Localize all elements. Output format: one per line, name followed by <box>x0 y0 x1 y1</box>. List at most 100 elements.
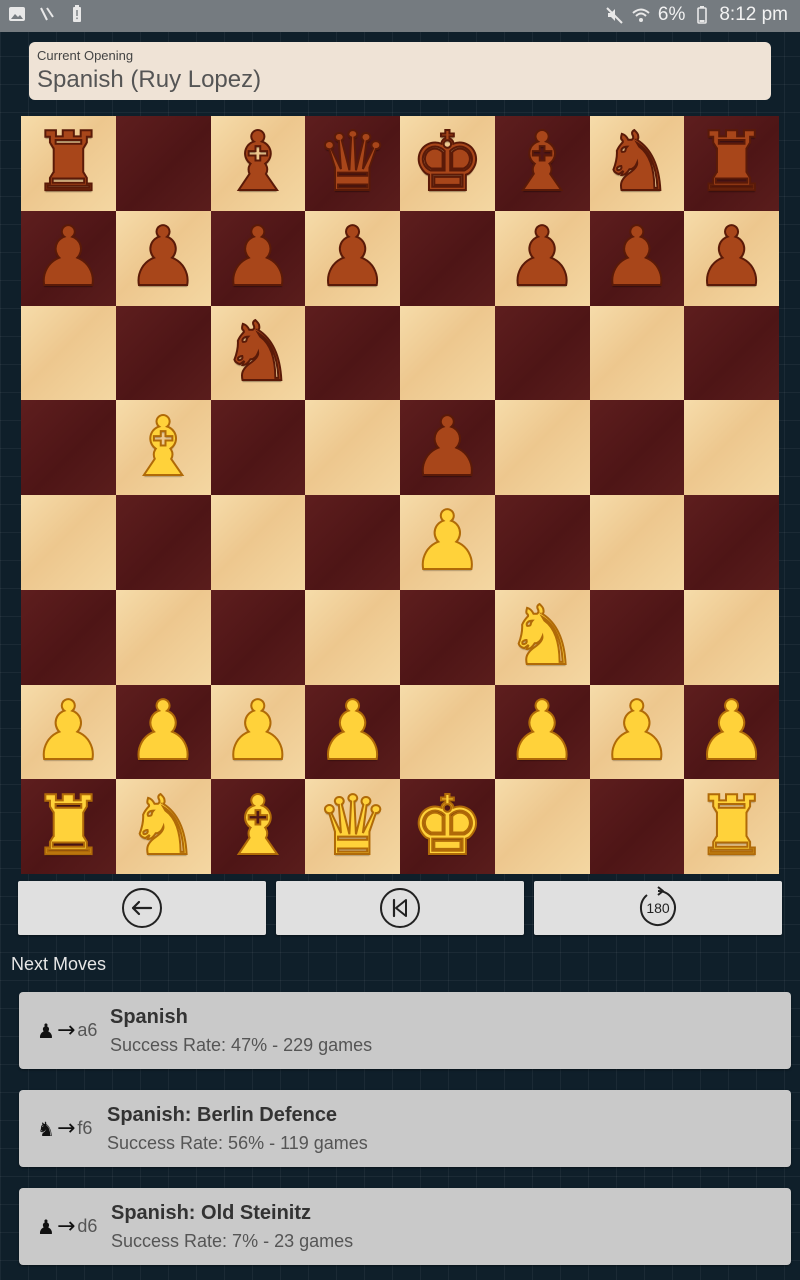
square-f6[interactable] <box>494 305 590 401</box>
square-a8[interactable]: ♜ <box>21 116 116 211</box>
square-d2[interactable]: ♟ <box>305 684 400 780</box>
white-rook-piece[interactable]: ♜ <box>694 784 770 868</box>
square-a4[interactable] <box>21 495 116 590</box>
square-c5[interactable] <box>210 400 306 495</box>
black-pawn-piece[interactable]: ♟ <box>315 216 391 300</box>
black-pawn-piece[interactable]: ♟ <box>31 216 107 300</box>
square-d4[interactable] <box>305 495 400 590</box>
white-bishop-piece[interactable]: ♝ <box>220 784 296 868</box>
square-h4[interactable] <box>684 495 779 590</box>
black-pawn-piece[interactable]: ♟ <box>410 405 486 489</box>
black-bishop-piece[interactable]: ♝ <box>504 121 580 205</box>
black-pawn-piece[interactable]: ♟ <box>504 216 580 300</box>
square-a2[interactable]: ♟ <box>21 684 116 780</box>
square-c2[interactable]: ♟ <box>210 684 306 780</box>
square-b3[interactable] <box>115 589 211 685</box>
square-b6[interactable] <box>115 305 211 401</box>
square-e6[interactable] <box>400 305 495 401</box>
square-d8[interactable]: ♛ <box>305 116 400 211</box>
square-a7[interactable]: ♟ <box>21 210 116 306</box>
square-h2[interactable]: ♟ <box>684 684 779 780</box>
square-f5[interactable] <box>494 400 590 495</box>
black-rook-piece[interactable]: ♜ <box>694 121 770 205</box>
black-knight-piece[interactable]: ♞ <box>220 310 296 394</box>
square-b4[interactable] <box>115 495 211 590</box>
black-king-piece[interactable]: ♚ <box>410 121 486 205</box>
square-e1[interactable]: ♚ <box>400 779 495 874</box>
square-g5[interactable] <box>589 400 685 495</box>
white-pawn-piece[interactable]: ♟ <box>599 689 675 773</box>
square-c8[interactable]: ♝ <box>210 116 306 211</box>
square-b2[interactable]: ♟ <box>115 684 211 780</box>
square-f4[interactable] <box>494 495 590 590</box>
square-e8[interactable]: ♚ <box>400 116 495 211</box>
square-f2[interactable]: ♟ <box>494 684 590 780</box>
white-pawn-piece[interactable]: ♟ <box>220 689 296 773</box>
black-knight-piece[interactable]: ♞ <box>599 121 675 205</box>
square-c3[interactable] <box>210 589 306 685</box>
white-king-piece[interactable]: ♚ <box>410 784 486 868</box>
white-rook-piece[interactable]: ♜ <box>31 784 107 868</box>
square-g8[interactable]: ♞ <box>589 116 685 211</box>
square-g6[interactable] <box>589 305 685 401</box>
square-h5[interactable] <box>684 400 779 495</box>
square-f1[interactable] <box>494 779 590 874</box>
white-bishop-piece[interactable]: ♝ <box>125 405 201 489</box>
square-g3[interactable] <box>589 589 685 685</box>
square-h3[interactable] <box>684 589 779 685</box>
black-pawn-piece[interactable]: ♟ <box>220 216 296 300</box>
white-pawn-piece[interactable]: ♟ <box>31 689 107 773</box>
square-b8[interactable] <box>115 116 211 211</box>
square-f3[interactable]: ♞ <box>494 589 590 685</box>
square-e2[interactable] <box>400 684 495 780</box>
square-g1[interactable] <box>589 779 685 874</box>
square-a1[interactable]: ♜ <box>21 779 116 874</box>
black-queen-piece[interactable]: ♛ <box>315 121 391 205</box>
black-pawn-piece[interactable]: ♟ <box>599 216 675 300</box>
square-c4[interactable] <box>210 495 306 590</box>
square-b5[interactable]: ♝ <box>115 400 211 495</box>
square-h7[interactable]: ♟ <box>684 210 779 306</box>
go-to-start-button[interactable] <box>276 881 524 935</box>
white-pawn-piece[interactable]: ♟ <box>125 689 201 773</box>
black-pawn-piece[interactable]: ♟ <box>125 216 201 300</box>
square-c7[interactable]: ♟ <box>210 210 306 306</box>
chess-board[interactable]: ♜ ♝ ♛ ♚ ♝ ♞ ♜ ♟ ♟ ♟ ♟ ♟ ♟ ♟ ♞ ♝ ♟ ♟ ♞ ♟ ♟ ♟ ♟ ♟ ♟ ♟ ♜ ♞ ♝ ♛ ♚ ♜ <box>21 116 779 874</box>
next-move-item[interactable]: ♟ → a6 Spanish Success Rate: 47% - 229 g… <box>19 992 791 1069</box>
black-pawn-piece[interactable]: ♟ <box>694 216 770 300</box>
square-b7[interactable]: ♟ <box>115 210 211 306</box>
square-d5[interactable] <box>305 400 400 495</box>
white-pawn-piece[interactable]: ♟ <box>504 689 580 773</box>
next-move-item[interactable]: ♞ → f6 Spanish: Berlin Defence Success R… <box>19 1090 791 1167</box>
next-move-item[interactable]: ♟ → d6 Spanish: Old Steinitz Success Rat… <box>19 1188 791 1265</box>
square-a6[interactable] <box>21 305 116 401</box>
black-bishop-piece[interactable]: ♝ <box>220 121 296 205</box>
white-pawn-piece[interactable]: ♟ <box>694 689 770 773</box>
white-knight-piece[interactable]: ♞ <box>125 784 201 868</box>
white-knight-piece[interactable]: ♞ <box>504 595 580 679</box>
square-f8[interactable]: ♝ <box>494 116 590 211</box>
square-d3[interactable] <box>305 589 400 685</box>
black-rook-piece[interactable]: ♜ <box>31 121 107 205</box>
square-c6[interactable]: ♞ <box>210 305 306 401</box>
square-e4[interactable]: ♟ <box>400 495 495 590</box>
square-e3[interactable] <box>400 589 495 685</box>
square-f7[interactable]: ♟ <box>494 210 590 306</box>
square-g7[interactable]: ♟ <box>589 210 685 306</box>
white-pawn-piece[interactable]: ♟ <box>410 500 486 584</box>
square-g4[interactable] <box>589 495 685 590</box>
white-queen-piece[interactable]: ♛ <box>315 784 391 868</box>
square-h6[interactable] <box>684 305 779 401</box>
square-h8[interactable]: ♜ <box>684 116 779 211</box>
square-d7[interactable]: ♟ <box>305 210 400 306</box>
square-h1[interactable]: ♜ <box>684 779 779 874</box>
square-e5[interactable]: ♟ <box>400 400 495 495</box>
square-a3[interactable] <box>21 589 116 685</box>
square-d1[interactable]: ♛ <box>305 779 400 874</box>
white-pawn-piece[interactable]: ♟ <box>315 689 391 773</box>
square-d6[interactable] <box>305 305 400 401</box>
undo-move-button[interactable] <box>18 881 266 935</box>
square-c1[interactable]: ♝ <box>210 779 306 874</box>
square-b1[interactable]: ♞ <box>115 779 211 874</box>
flip-board-button[interactable]: 180 <box>534 881 782 935</box>
